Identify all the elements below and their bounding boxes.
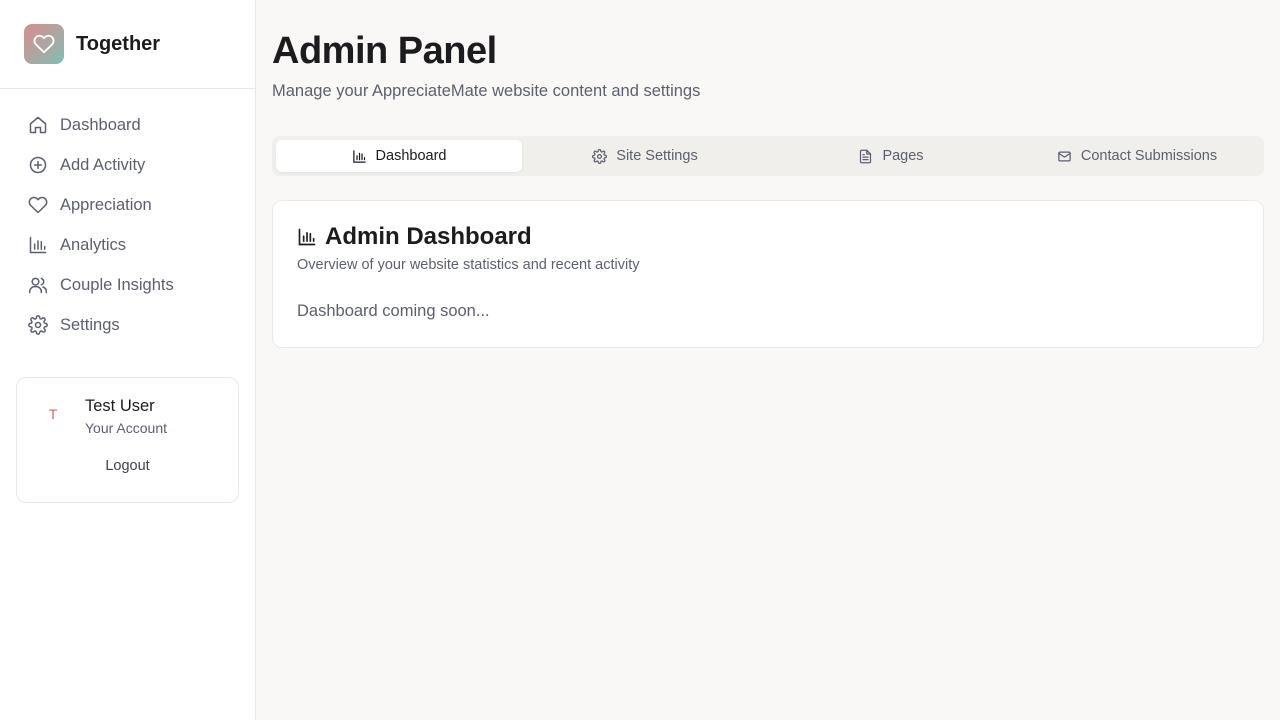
sidebar-item-settings[interactable]: Settings <box>16 305 239 345</box>
tab-site-settings[interactable]: Site Settings <box>522 140 768 172</box>
sidebar-item-appreciation[interactable]: Appreciation <box>16 185 239 225</box>
sidebar-item-label: Couple Insights <box>60 275 174 294</box>
main-content: Admin Panel Manage your AppreciateMate w… <box>256 0 1280 720</box>
user-card: T Test User Your Account Logout <box>16 377 239 503</box>
sidebar-item-dashboard[interactable]: Dashboard <box>16 105 239 145</box>
heart-icon <box>33 34 55 54</box>
sidebar-item-analytics[interactable]: Analytics <box>16 225 239 265</box>
users-icon <box>28 277 48 294</box>
sidebar-item-label: Analytics <box>60 235 127 254</box>
plus-circle-icon <box>29 156 47 174</box>
user-subtitle: Your Account <box>85 420 167 436</box>
sidebar-item-label: Dashboard <box>60 115 141 134</box>
tab-label: Contact Submissions <box>1080 148 1218 164</box>
card-title: Admin Dashboard <box>325 223 532 250</box>
brand[interactable]: Together <box>0 0 255 89</box>
bar-chart-icon <box>352 149 366 163</box>
mail-icon <box>1058 151 1071 161</box>
sidebar-item-couple-insights[interactable]: Couple Insights <box>16 265 239 305</box>
card-header: Admin Dashboard <box>297 223 532 251</box>
gear-icon <box>28 315 48 335</box>
brand-logo <box>24 24 64 64</box>
tab-label: Site Settings <box>616 148 698 164</box>
tab-label: Pages <box>882 148 924 164</box>
avatar: T <box>48 406 58 422</box>
admin-tabs: Dashboard Site Settings Pages Contact Su… <box>272 136 1264 176</box>
admin-dashboard-card: Admin Dashboard Overview of your website… <box>272 200 1264 348</box>
tab-contact-submissions[interactable]: Contact Submissions <box>1014 140 1260 172</box>
sidebar-item-label: Add Activity <box>60 155 146 174</box>
heart-icon <box>28 196 48 214</box>
home-icon <box>29 116 47 134</box>
sidebar-item-label: Appreciation <box>60 195 152 214</box>
sidebar-item-add-activity[interactable]: Add Activity <box>16 145 239 185</box>
tab-dashboard[interactable]: Dashboard <box>276 140 522 172</box>
bar-chart-icon <box>29 236 47 254</box>
page-subtitle: Manage your AppreciateMate website conte… <box>272 82 701 100</box>
sidebar-nav: Dashboard Add Activity Appreciation Anal… <box>0 89 255 345</box>
card-placeholder-text: Dashboard coming soon... <box>297 302 490 320</box>
file-text-icon <box>860 149 872 163</box>
tab-pages[interactable]: Pages <box>768 140 1014 172</box>
brand-name: Together <box>76 32 161 55</box>
card-subtitle: Overview of your website statistics and … <box>297 257 640 273</box>
bar-chart-icon <box>298 228 316 246</box>
sidebar: Together Dashboard Add Activity Apprecia… <box>0 0 256 720</box>
user-name: Test User <box>85 397 155 415</box>
tab-label: Dashboard <box>375 148 447 164</box>
page-title: Admin Panel <box>272 30 497 72</box>
logout-button[interactable]: Logout <box>17 458 238 474</box>
sidebar-item-label: Settings <box>60 315 120 334</box>
gear-icon <box>592 148 608 164</box>
